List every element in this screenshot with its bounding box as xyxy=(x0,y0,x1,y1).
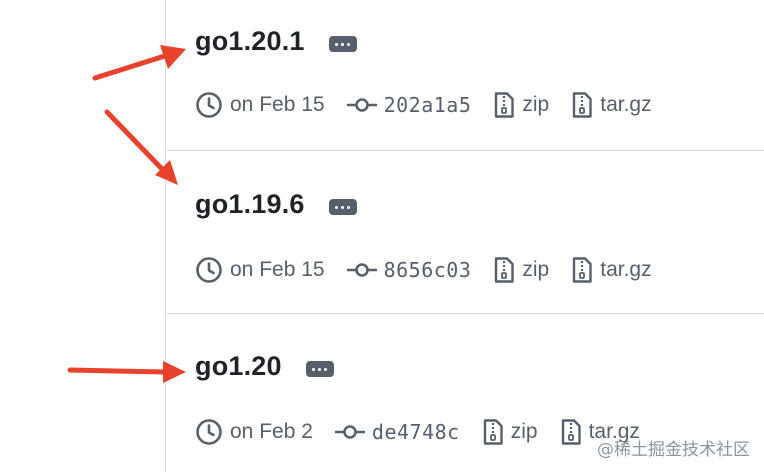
annotation-arrows xyxy=(67,45,186,383)
watermark: @稀土掘金技术社区 xyxy=(597,440,750,460)
annotation-arrow xyxy=(92,45,186,81)
annotation-arrow xyxy=(104,109,178,185)
annotation-arrow xyxy=(67,361,186,383)
